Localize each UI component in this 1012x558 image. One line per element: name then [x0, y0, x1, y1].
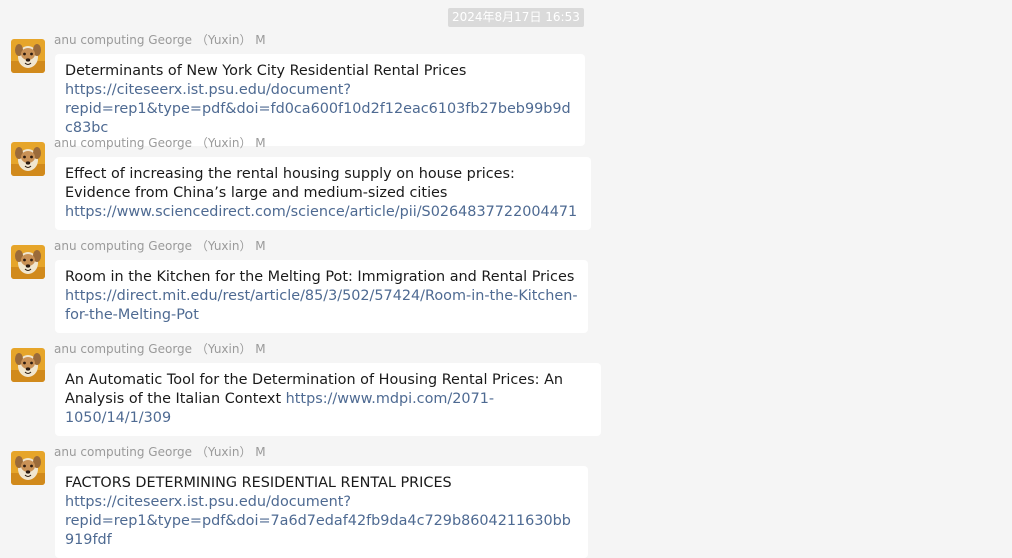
message-text: FACTORS DETERMINING RESIDENTIAL RENTAL P…: [65, 475, 452, 491]
sender-name: anu computing George （Yuxin） M: [54, 445, 266, 459]
sender-name: anu computing George （Yuxin） M: [54, 239, 266, 253]
message-link[interactable]: https://citeseerx.ist.psu.edu/document?r…: [65, 494, 571, 548]
message-link[interactable]: https://www.sciencedirect.com/science/ar…: [65, 204, 577, 220]
message-bubble[interactable]: Effect of increasing the rental housing …: [55, 157, 591, 230]
message-bubble[interactable]: An Automatic Tool for the Determination …: [55, 363, 601, 436]
chat-timestamp: 2024年8月17日 16:53: [448, 8, 584, 27]
dog-avatar-icon[interactable]: [11, 245, 45, 279]
message-bubble[interactable]: Room in the Kitchen for the Melting Pot:…: [55, 260, 588, 333]
dog-avatar-icon[interactable]: [11, 39, 45, 73]
dog-avatar-icon[interactable]: [11, 348, 45, 382]
message-text: Room in the Kitchen for the Melting Pot:…: [65, 269, 575, 285]
sender-name: anu computing George （Yuxin） M: [54, 33, 266, 47]
message-bubble[interactable]: FACTORS DETERMINING RESIDENTIAL RENTAL P…: [55, 466, 588, 558]
message-text: Effect of increasing the rental housing …: [65, 166, 515, 201]
message-link[interactable]: https://citeseerx.ist.psu.edu/document?r…: [65, 82, 571, 136]
message-link[interactable]: https://direct.mit.edu/rest/article/85/3…: [65, 288, 578, 323]
dog-avatar-icon[interactable]: [11, 451, 45, 485]
dog-avatar-icon[interactable]: [11, 142, 45, 176]
message-bubble[interactable]: Determinants of New York City Residentia…: [55, 54, 585, 146]
sender-name: anu computing George （Yuxin） M: [54, 136, 266, 150]
message-text: Determinants of New York City Residentia…: [65, 63, 467, 79]
sender-name: anu computing George （Yuxin） M: [54, 342, 266, 356]
